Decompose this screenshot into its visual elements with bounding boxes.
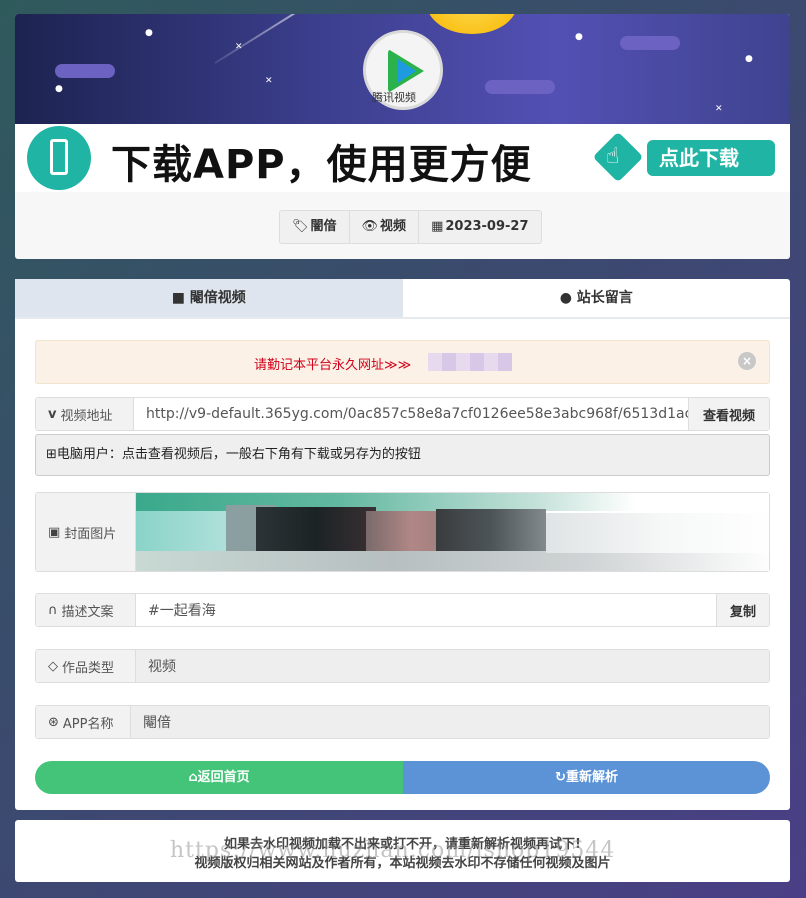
pc-user-tip: ⊞电脑用户：点击查看视频后，一般右下角有下载或另存为的按钮 <box>35 434 770 476</box>
tab-messages[interactable]: ● 站长留言 <box>403 279 791 317</box>
video-url-input[interactable]: http://v9-default.365yg.com/0ac857c58e8a… <box>134 398 688 430</box>
star-icon: ● <box>145 28 153 38</box>
app-name-label: ⊛ APP名称 <box>36 706 131 738</box>
blurred-url <box>428 353 512 371</box>
description-input[interactable]: #一起看海 <box>136 594 716 626</box>
double-chevron-icon: ≫≫ <box>384 358 412 373</box>
close-icon[interactable]: × <box>738 352 756 370</box>
work-type-value: 视频 <box>136 650 769 682</box>
download-button-label: 点此下载 <box>647 140 775 176</box>
cover-image-row: ▣ 封面图片 <box>35 492 770 572</box>
app-promo-text: 下载APP，使用更方便 <box>111 142 532 188</box>
date-tag: ▦ 2023-09-27 <box>431 219 529 234</box>
work-type-row: ◇ 作品类型 视频 <box>35 649 770 683</box>
notice-alert: 请勤记本平台永久网址≫≫ × <box>35 340 770 384</box>
description-row: ∩ 描述文案 #一起看海 复制 <box>35 593 770 627</box>
video-url-row: v 视频地址 http://v9-default.365yg.com/0ac857… <box>35 397 770 431</box>
tab-video[interactable]: ■ 閹偣视频 <box>15 279 403 317</box>
type-tag: 👁 视频 <box>350 211 420 243</box>
image-icon: ▣ <box>48 524 61 540</box>
comments-icon: ● <box>559 290 572 306</box>
refresh-icon: ↻ <box>555 770 566 785</box>
star-icon: ✕ <box>715 104 723 114</box>
logo-text: 腾讯视频 <box>372 91 416 104</box>
star-icon: ● <box>745 54 753 64</box>
star-icon: ● <box>575 32 583 42</box>
windows-icon: ⊞ <box>46 447 57 462</box>
banner-image: ● ✕ ● ✕ ● ✕ ● 腾讯视频 <box>15 14 790 124</box>
calendar-icon: ▦ <box>431 219 444 234</box>
moon-graphic <box>427 14 517 34</box>
home-button[interactable]: ⌂返回首页 <box>35 761 403 794</box>
app-download-banner[interactable]: 下载APP，使用更方便 ☝ 点此下载 <box>15 124 790 192</box>
app-name-row: ⊛ APP名称 閹偣 <box>35 705 770 739</box>
copy-button[interactable]: 复制 <box>716 594 769 626</box>
author-tag: 🏷 闇偣 <box>280 211 350 243</box>
cloud-graphic <box>620 36 680 50</box>
video-camera-icon: ■ <box>171 290 185 306</box>
description-label: ∩ 描述文案 <box>36 594 136 626</box>
main-card: ■ 閹偣视频 ● 站长留言 请勤记本平台永久网址≫≫ × v 视频地址 http:… <box>15 279 790 810</box>
cover-image[interactable] <box>136 493 769 571</box>
watermark-text: https://www.huzhan.com/ishop19544 <box>170 838 616 863</box>
star-icon: ● <box>55 84 63 94</box>
cover-image-label: ▣ 封面图片 <box>36 493 136 571</box>
headphones-icon: ∩ <box>48 602 58 618</box>
hand-pointer-icon: ☝ <box>606 144 620 169</box>
dribbble-icon: ⊛ <box>48 714 59 730</box>
video-url-label: v 视频地址 <box>36 398 134 430</box>
tab-bar: ■ 閹偣视频 ● 站长留言 <box>15 279 790 319</box>
action-buttons: ⌂返回首页 ↻重新解析 <box>35 761 770 794</box>
tag-icon: ◇ <box>48 658 58 674</box>
app-name-value: 閹偣 <box>131 706 769 738</box>
view-video-button[interactable]: 查看视频 <box>688 398 769 430</box>
home-icon: ⌂ <box>188 770 198 785</box>
cloud-graphic <box>485 80 555 94</box>
star-icon: ✕ <box>265 76 273 86</box>
reparse-button[interactable]: ↻重新解析 <box>403 761 770 794</box>
tags-icon: 🏷 <box>292 219 309 234</box>
video-meta-bar: 🏷 闇偣 👁 视频 ▦ 2023-09-27 <box>279 210 542 244</box>
work-type-label: ◇ 作品类型 <box>36 650 136 682</box>
meteor-graphic <box>214 14 369 64</box>
eye-icon: 👁 <box>361 219 379 234</box>
notice-text: 请勤记本平台永久网址≫≫ <box>254 358 412 373</box>
vimeo-icon: v <box>48 406 57 422</box>
phone-icon <box>27 126 91 190</box>
download-app-button[interactable]: ☝ 点此下载 <box>592 131 775 183</box>
star-icon: ✕ <box>235 42 243 52</box>
tencent-video-logo: 腾讯视频 <box>363 30 443 110</box>
header-card: ● ✕ ● ✕ ● ✕ ● 腾讯视频 下载APP，使用更方便 ☝ 点此下载 🏷 闇… <box>15 14 790 259</box>
cloud-graphic <box>55 64 115 78</box>
